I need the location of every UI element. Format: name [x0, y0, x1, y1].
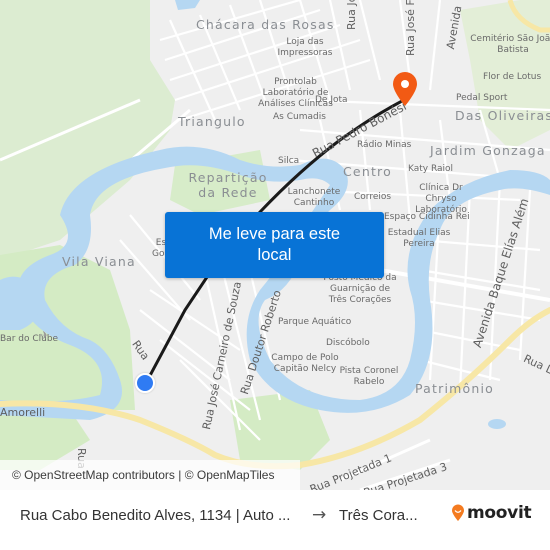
- neighborhood-label: Chácara das Rosas: [196, 17, 335, 32]
- poi-label: Pedal Sport: [456, 93, 508, 103]
- neighborhood-label: Repartição da Rede: [188, 170, 268, 200]
- poi-label: Flor de Lotus: [483, 72, 542, 82]
- poi-label: Silca: [278, 156, 300, 166]
- airport-icon: ✈: [40, 329, 50, 342]
- poi-label: Rádio Minas: [357, 140, 412, 150]
- neighborhood-label: Patrimônio: [415, 381, 495, 396]
- destination-pin-icon[interactable]: [391, 71, 419, 107]
- pond: [488, 419, 506, 429]
- take-me-there-label: Me leve para este local: [208, 225, 341, 264]
- poi-label: Lanchonete Cantinho: [287, 187, 341, 208]
- lake: [175, 0, 200, 10]
- poi-label: Loja das Impressoras: [277, 37, 333, 58]
- neighborhood-label: Das Oliveiras: [455, 108, 550, 123]
- origin-text: Rua Cabo Benedito Alves, 1134 | Auto ...: [20, 507, 291, 524]
- neighborhood-label: Jardim Gonzaga: [430, 143, 546, 158]
- poi-label: Katy Raiol: [408, 164, 454, 174]
- arrow-right-icon: →: [312, 505, 327, 525]
- poi-label: As Cumadis: [273, 112, 326, 122]
- street-label: Rua José F: [404, 0, 417, 56]
- poi-label: Cemitério São João Batista: [470, 34, 550, 55]
- map-attribution[interactable]: © OpenStreetMap contributors | © OpenMap…: [0, 460, 300, 490]
- neighborhood-label: Centro: [343, 164, 392, 179]
- poi-label: Correios: [354, 192, 392, 202]
- poi-label: Parque Aquático: [278, 317, 352, 327]
- street-label: Rua João X: [345, 0, 358, 30]
- poi-label: Discóbolo: [326, 338, 370, 348]
- brand-name: moovit: [467, 503, 532, 523]
- street-label: Amorelli: [0, 406, 46, 419]
- moovit-pin-icon: [452, 504, 464, 521]
- poi-label: Campo de Polo Capitão Nelcy: [271, 353, 339, 374]
- moovit-logo[interactable]: moovit: [451, 503, 532, 523]
- destination-text: Três Cora...: [339, 507, 418, 524]
- poi-label: Pista Coronel Rabelo: [339, 366, 399, 387]
- neighborhood-label: Vila Viana: [62, 254, 136, 269]
- map-view[interactable]: Chácara das Rosas Triangulo Repartição d…: [0, 0, 550, 490]
- poi-label: Bar do Clube: [0, 334, 59, 344]
- origin-marker[interactable]: [135, 373, 155, 393]
- poi-label: Estadual Elias Pereira: [387, 228, 451, 249]
- poi-label: De Jota: [315, 95, 348, 105]
- take-me-there-button[interactable]: Me leve para este local: [165, 212, 384, 278]
- poi-label: Espaço Cidinha Rei: [384, 212, 470, 222]
- neighborhood-label: Triangulo: [178, 114, 246, 129]
